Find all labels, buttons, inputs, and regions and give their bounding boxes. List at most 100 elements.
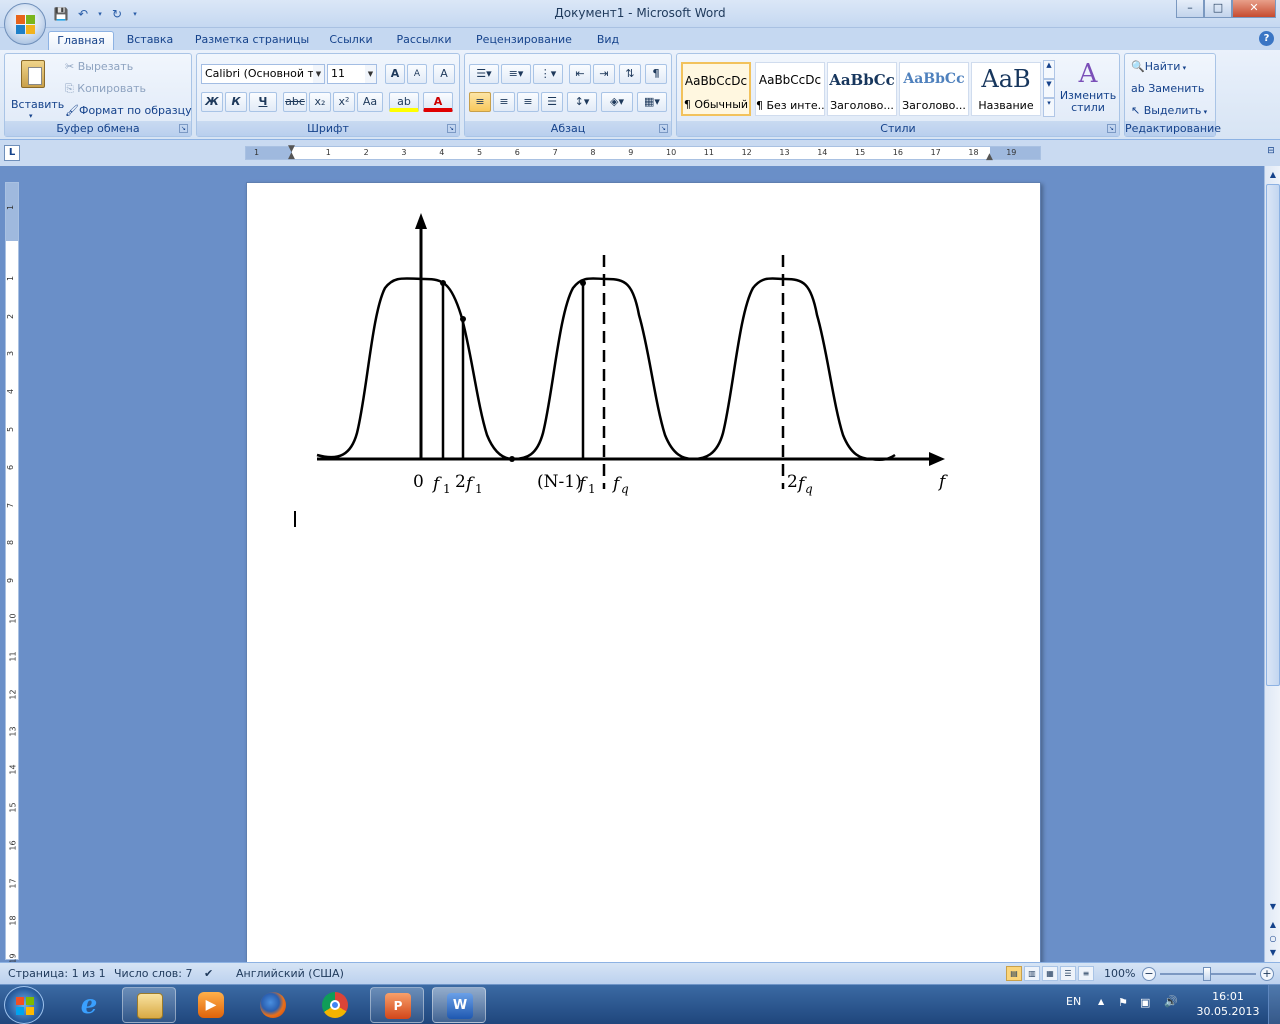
- zoom-slider-knob[interactable]: [1203, 967, 1211, 981]
- superscript-button[interactable]: x²: [333, 92, 355, 112]
- line-spacing-button[interactable]: ↕▾: [567, 92, 597, 112]
- outline-view-icon[interactable]: ☰: [1060, 966, 1076, 981]
- tab-references[interactable]: Ссылки: [322, 31, 380, 50]
- tab-page-layout[interactable]: Разметка страницы: [190, 31, 314, 50]
- borders-button[interactable]: ▦▾: [637, 92, 667, 112]
- taskbar-ie[interactable]: e: [62, 987, 116, 1023]
- taskbar-firefox[interactable]: [246, 987, 300, 1023]
- print-layout-view-icon[interactable]: ▤: [1006, 966, 1022, 981]
- scroll-up-icon[interactable]: ▲: [1266, 168, 1280, 182]
- tab-selector[interactable]: L: [4, 145, 20, 161]
- tab-review[interactable]: Рецензирование: [468, 31, 580, 50]
- start-button[interactable]: [4, 986, 44, 1024]
- help-icon[interactable]: ?: [1259, 31, 1274, 46]
- previous-page-icon[interactable]: ▲: [1266, 918, 1280, 932]
- page-count[interactable]: Страница: 1 из 1: [8, 967, 106, 980]
- full-screen-view-icon[interactable]: ▥: [1024, 966, 1040, 981]
- align-center-button[interactable]: ≡: [493, 92, 515, 112]
- taskbar-media-player[interactable]: ▶: [184, 987, 238, 1023]
- close-button[interactable]: ✕: [1232, 0, 1276, 18]
- vertical-ruler[interactable]: 1 1 2 3 4 5 6 7 8 9 10 11 12 13 14 15 16 17 18 19: [5, 182, 19, 964]
- subscript-button[interactable]: x₂: [309, 92, 331, 112]
- grow-font-button[interactable]: A: [385, 64, 405, 84]
- show-hidden-icons-icon[interactable]: ▲: [1098, 997, 1104, 1006]
- scroll-thumb[interactable]: [1266, 184, 1280, 686]
- indent-marker-icon[interactable]: ▼ ▲: [288, 145, 295, 161]
- format-painter-button[interactable]: 🖌Формат по образцу: [65, 104, 192, 117]
- styles-launcher-icon[interactable]: ↘: [1107, 124, 1116, 133]
- show-marks-button[interactable]: ¶: [645, 64, 667, 84]
- font-launcher-icon[interactable]: ↘: [447, 124, 456, 133]
- taskbar-explorer[interactable]: [122, 987, 176, 1023]
- tab-insert[interactable]: Вставка: [120, 31, 180, 50]
- minimize-button[interactable]: –: [1176, 0, 1204, 18]
- taskbar-chrome[interactable]: [308, 987, 362, 1023]
- find-button[interactable]: 🔍Найти ▾: [1131, 60, 1186, 73]
- multilevel-list-button[interactable]: ⋮▾: [533, 64, 563, 84]
- style-title[interactable]: AaB Название: [971, 62, 1041, 116]
- sort-button[interactable]: ⇅: [619, 64, 641, 84]
- replace-button[interactable]: ab Заменить: [1131, 82, 1204, 95]
- bullets-button[interactable]: ☰▾: [469, 64, 499, 84]
- align-right-button[interactable]: ≡: [517, 92, 539, 112]
- paste-button[interactable]: Вставить ▾: [11, 58, 64, 120]
- styles-scroll-up-icon[interactable]: ▲: [1043, 60, 1055, 79]
- justify-button[interactable]: ☰: [541, 92, 563, 112]
- bold-button[interactable]: Ж: [201, 92, 223, 112]
- zoom-out-button[interactable]: −: [1142, 967, 1156, 981]
- numbering-button[interactable]: ≡▾: [501, 64, 531, 84]
- document-page[interactable]: 0 f 1 2 f 1 (N-1) f 1 f q 2 f q f: [246, 182, 1041, 964]
- language-indicator[interactable]: Английский (США): [236, 967, 344, 980]
- tab-mailings[interactable]: Рассылки: [390, 31, 458, 50]
- style-heading-1[interactable]: AaBbCc Заголово...: [827, 62, 897, 116]
- taskbar-word[interactable]: W: [432, 987, 486, 1023]
- underline-button[interactable]: Ч: [249, 92, 277, 112]
- proofing-icon[interactable]: ✔: [204, 967, 213, 980]
- clock[interactable]: 16:01 30.05.2013: [1196, 989, 1260, 1019]
- show-desktop-button[interactable]: [1268, 985, 1280, 1024]
- change-styles-button[interactable]: A Изменить стили: [1059, 58, 1117, 118]
- shading-button[interactable]: ◈▾: [601, 92, 633, 112]
- font-size-combo[interactable]: 11 ▼: [327, 64, 377, 84]
- clear-formatting-button[interactable]: A: [433, 64, 455, 84]
- styles-more-icon[interactable]: ▾: [1043, 98, 1055, 117]
- scroll-down-icon[interactable]: ▼: [1266, 900, 1280, 914]
- network-icon[interactable]: ▣: [1140, 996, 1150, 1009]
- draft-view-icon[interactable]: ≡: [1078, 966, 1094, 981]
- maximize-button[interactable]: □: [1204, 0, 1232, 18]
- copy-button[interactable]: ⎘ Копировать: [65, 82, 146, 96]
- input-language[interactable]: EN: [1066, 995, 1081, 1008]
- zoom-in-button[interactable]: +: [1260, 967, 1274, 981]
- vertical-scrollbar[interactable]: ▲ ▼ ▲ ○ ▼: [1264, 166, 1280, 962]
- clipboard-launcher-icon[interactable]: ↘: [179, 124, 188, 133]
- next-page-icon[interactable]: ▼: [1266, 946, 1280, 960]
- taskbar-powerpoint[interactable]: P: [370, 987, 424, 1023]
- browse-object-icon[interactable]: ○: [1266, 932, 1280, 946]
- font-name-combo[interactable]: Calibri (Основной текст) ▼: [201, 64, 325, 84]
- zoom-level[interactable]: 100%: [1104, 967, 1135, 980]
- office-button[interactable]: [4, 3, 46, 45]
- paragraph-launcher-icon[interactable]: ↘: [659, 124, 668, 133]
- action-center-icon[interactable]: ⚑: [1118, 996, 1128, 1009]
- styles-scroll-down-icon[interactable]: ▼: [1043, 79, 1055, 98]
- change-case-button[interactable]: Aa: [357, 92, 383, 112]
- select-button[interactable]: ↖ Выделить ▾: [1131, 104, 1207, 117]
- font-color-button[interactable]: A: [423, 92, 453, 112]
- style-normal[interactable]: AaBbCcDc ¶ Обычный: [681, 62, 751, 116]
- word-count[interactable]: Число слов: 7: [114, 967, 193, 980]
- tab-view[interactable]: Вид: [588, 31, 628, 50]
- web-layout-view-icon[interactable]: ▦: [1042, 966, 1058, 981]
- cut-button[interactable]: ✂ Вырезать: [65, 60, 133, 73]
- right-indent-marker-icon[interactable]: ▲: [986, 152, 993, 162]
- italic-button[interactable]: К: [225, 92, 247, 112]
- tab-home[interactable]: Главная: [48, 31, 114, 50]
- align-left-button[interactable]: ≡: [469, 92, 491, 112]
- style-heading-2[interactable]: AaBbCc Заголово...: [899, 62, 969, 116]
- strikethrough-button[interactable]: abc: [283, 92, 307, 112]
- volume-icon[interactable]: 🔊: [1164, 995, 1178, 1008]
- highlight-button[interactable]: ab: [389, 92, 419, 112]
- shrink-font-button[interactable]: A: [407, 64, 427, 84]
- view-ruler-icon[interactable]: ⊟: [1264, 146, 1278, 162]
- decrease-indent-button[interactable]: ⇤: [569, 64, 591, 84]
- style-no-spacing[interactable]: AaBbCcDc ¶ Без инте...: [755, 62, 825, 116]
